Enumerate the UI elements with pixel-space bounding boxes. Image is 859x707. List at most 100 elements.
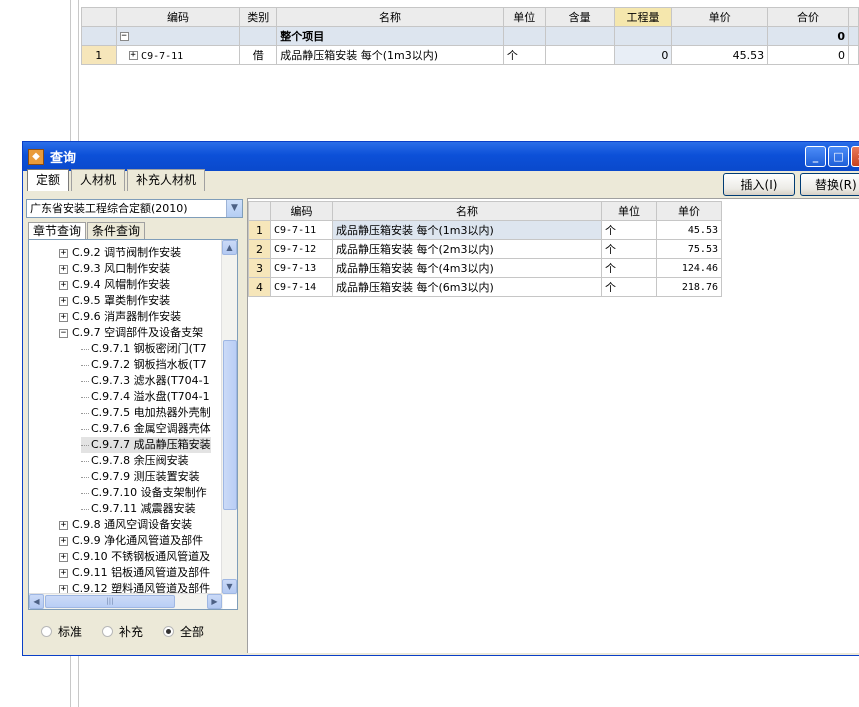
code-cell[interactable]: C9-7-12 (270, 239, 333, 259)
quantity-cell[interactable]: 0 (613, 45, 673, 65)
tab-supplement-labor-material[interactable]: 补充人材机 (127, 169, 206, 191)
tree-item[interactable]: + C.9.2 调节阀制作安装 (59, 245, 181, 261)
header-name[interactable]: 名称 (332, 201, 602, 221)
tree-item[interactable]: + C.9.11 铝板通风管道及部件 (59, 565, 210, 581)
expand-icon[interactable]: + (59, 568, 68, 578)
tree-connector (81, 396, 89, 398)
content-cell[interactable] (544, 45, 615, 65)
tree-item-label: C.9.7.3 滤水器(T704-1 (91, 374, 210, 387)
expand-icon[interactable]: + (59, 280, 68, 290)
table-row[interactable]: 1 + C9-7-11 借 成品静压箱安装 每个(1m3以内) 个 0 45.5… (81, 45, 859, 65)
tree-item[interactable]: C.9.7.5 电加热器外壳制 (81, 405, 211, 421)
quota-library-select[interactable]: 广东省安装工程综合定额(2010) ▼ (26, 199, 243, 218)
tree-item[interactable]: C.9.7.7 成品静压箱安装 (81, 437, 211, 453)
table-row[interactable]: 4 C9-7-14 成品静压箱安装 每个(6m3以内) 个 218.76 (248, 277, 722, 297)
scroll-thumb[interactable] (223, 340, 237, 510)
expand-icon[interactable]: + (59, 312, 68, 322)
tree-item[interactable]: C.9.7.8 余压阀安装 (81, 453, 189, 469)
tree-item[interactable]: C.9.7.2 钢板挡水板(T7 (81, 357, 207, 373)
tree-item[interactable]: C.9.7.9 测压装置安装 (81, 469, 200, 485)
unit-price-cell[interactable]: 218.76 (656, 277, 722, 297)
expand-icon[interactable]: + (59, 264, 68, 274)
name-cell[interactable]: 成品静压箱安装 每个(6m3以内) (332, 277, 602, 297)
scroll-up-icon[interactable]: ▲ (222, 240, 237, 255)
insert-button[interactable]: 插入(I) (723, 173, 795, 196)
expand-icon[interactable]: + (59, 552, 68, 562)
scroll-left-icon[interactable]: ◀ (29, 594, 44, 609)
tree-item[interactable]: + C.9.5 罩类制作安装 (59, 293, 170, 309)
tab-quota[interactable]: 定额 (27, 169, 70, 191)
unit-price-cell[interactable]: 75.53 (656, 239, 722, 259)
header-code[interactable]: 编码 (115, 7, 241, 27)
name-cell[interactable]: 成品静压箱安装 每个(1m3以内) (332, 220, 602, 240)
tree-item[interactable]: − C.9.7 空调部件及设备支架 (59, 325, 203, 341)
name-cell[interactable]: 成品静压箱安装 每个(4m3以内) (332, 258, 602, 278)
minimize-icon[interactable]: _ (805, 146, 826, 167)
header-total-price[interactable]: 合价 (767, 7, 849, 27)
tree-item[interactable]: C.9.7.6 金属空调器壳体 (81, 421, 211, 437)
expand-icon[interactable]: + (59, 296, 68, 306)
table-row[interactable]: 2 C9-7-12 成品静压箱安装 每个(2m3以内) 个 75.53 (248, 239, 722, 259)
unit-price-cell[interactable]: 45.53 (671, 45, 769, 65)
radio-all[interactable]: 全部 (163, 623, 204, 640)
expand-icon[interactable]: + (128, 51, 138, 60)
tab-chapter-search[interactable]: 章节查询 (28, 222, 87, 240)
unit-price-cell[interactable]: 45.53 (656, 220, 722, 240)
replace-button[interactable]: 替换(R) (800, 173, 859, 196)
tree-item[interactable]: + C.9.3 风口制作安装 (59, 261, 170, 277)
chapter-tree[interactable]: + C.9.2 调节阀制作安装 + C.9.3 风口制作安装 + C.9.4 风帽制作安装… (28, 239, 238, 610)
unit-cell[interactable]: 个 (502, 45, 546, 65)
unit-price-cell[interactable]: 124.46 (656, 258, 722, 278)
expand-icon[interactable]: + (59, 536, 68, 546)
tree-item[interactable]: C.9.7.11 减震器安装 (81, 501, 196, 517)
tree-item[interactable]: C.9.7.3 滤水器(T704-1 (81, 373, 210, 389)
table-row[interactable]: 3 C9-7-13 成品静压箱安装 每个(4m3以内) 个 124.46 (248, 258, 722, 278)
tab-labor-material[interactable]: 人材机 (71, 169, 126, 191)
header-unit[interactable]: 单位 (502, 7, 546, 27)
unit-cell[interactable]: 个 (601, 277, 657, 297)
header-content[interactable]: 含量 (544, 7, 615, 27)
scroll-down-icon[interactable]: ▼ (222, 579, 237, 594)
tree-item[interactable]: C.9.7.1 钢板密闭门(T7 (81, 341, 207, 357)
tree-vertical-scrollbar[interactable]: ▲ ▼ (221, 240, 237, 595)
table-row[interactable]: 1 C9-7-11 成品静压箱安装 每个(1m3以内) 个 45.53 (248, 220, 722, 240)
header-type[interactable]: 类别 (239, 7, 278, 27)
tree-item[interactable]: C.9.7.10 设备支架制作 (81, 485, 207, 501)
type-cell[interactable]: 借 (239, 45, 278, 65)
header-code[interactable]: 编码 (270, 201, 333, 221)
expand-icon[interactable]: + (59, 248, 68, 258)
header-unit-price[interactable]: 单价 (656, 201, 722, 221)
tree-item[interactable]: C.9.7.4 溢水盘(T704-1 (81, 389, 210, 405)
close-icon[interactable]: × (851, 146, 859, 167)
tab-condition-search[interactable]: 条件查询 (87, 222, 146, 240)
radio-standard[interactable]: 标准 (41, 623, 82, 640)
radio-supplement[interactable]: 补充 (102, 623, 143, 640)
expand-icon[interactable]: + (59, 520, 68, 530)
unit-cell[interactable]: 个 (601, 258, 657, 278)
chevron-down-icon[interactable]: ▼ (226, 200, 242, 217)
collapse-icon[interactable]: − (119, 32, 129, 41)
group-row[interactable]: − 整个项目 0 (81, 26, 859, 46)
unit-cell[interactable]: 个 (601, 239, 657, 259)
code-cell[interactable]: C9-7-13 (270, 258, 333, 278)
dialog-titlebar[interactable]: ◆ 查询 _ □ × (23, 142, 859, 171)
header-name[interactable]: 名称 (276, 7, 504, 27)
code-cell[interactable]: C9-7-11 (270, 220, 333, 240)
scroll-thumb[interactable]: ||| (45, 595, 175, 608)
tree-item[interactable]: + C.9.8 通风空调设备安装 (59, 517, 192, 533)
name-cell[interactable]: 成品静压箱安装 每个(2m3以内) (332, 239, 602, 259)
name-cell[interactable]: 成品静压箱安装 每个(1m3以内) (276, 45, 504, 65)
unit-cell[interactable]: 个 (601, 220, 657, 240)
tree-item[interactable]: + C.9.9 净化通风管道及部件 (59, 533, 203, 549)
tree-item[interactable]: + C.9.6 消声器制作安装 (59, 309, 181, 325)
header-quantity[interactable]: 工程量 (613, 7, 673, 27)
scroll-right-icon[interactable]: ▶ (207, 594, 222, 609)
collapse-icon[interactable]: − (59, 328, 68, 338)
header-unit[interactable]: 单位 (601, 201, 657, 221)
tree-item[interactable]: + C.9.4 风帽制作安装 (59, 277, 170, 293)
tree-item[interactable]: + C.9.10 不锈钢板通风管道及 (59, 549, 210, 565)
maximize-icon[interactable]: □ (828, 146, 849, 167)
header-unit-price[interactable]: 单价 (671, 7, 769, 27)
code-cell[interactable]: C9-7-14 (270, 277, 333, 297)
tree-horizontal-scrollbar[interactable]: ◀ ||| ▶ (29, 593, 223, 609)
